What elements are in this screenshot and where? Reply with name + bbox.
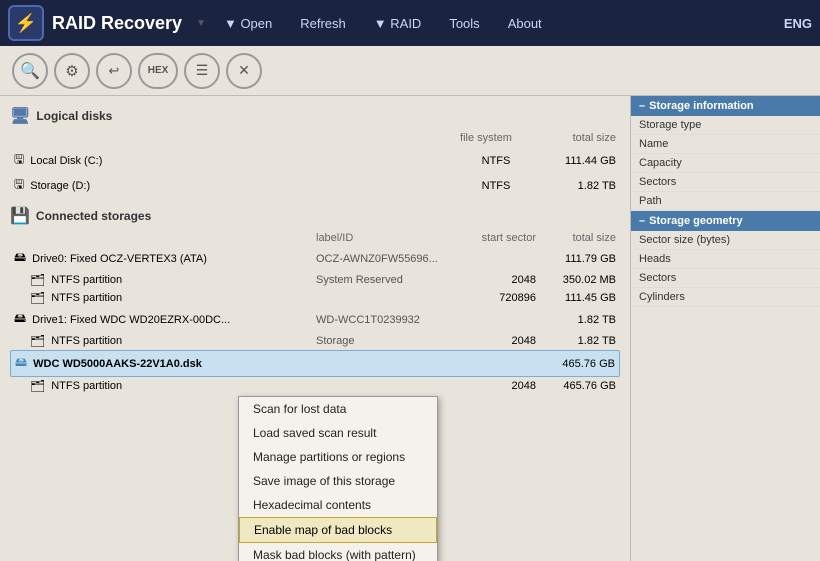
storage-capacity-row: Capacity (631, 154, 820, 173)
storage-info-header: – Storage information (631, 96, 820, 116)
app-title: RAID Recovery (52, 13, 182, 34)
top-navbar: ⚡ RAID Recovery ▼ ▼ Open Refresh ▼ RAID … (0, 0, 820, 46)
ctx-mask-bad-blocks[interactable]: Mask bad blocks (with pattern) (239, 543, 437, 561)
ctx-scan-lost[interactable]: Scan for lost data (239, 397, 437, 421)
main-area: 🖥 Logical disks file system total size 🖫… (0, 96, 820, 561)
list-tool-button[interactable]: ☰ (184, 53, 220, 89)
logical-disks-columns: file system total size (10, 130, 620, 146)
storage-name-row: Name (631, 135, 820, 154)
storage-columns: label/ID start sector total size (10, 230, 620, 246)
drive-icon: 🖴 (14, 248, 26, 269)
local-disk-c[interactable]: 🖫 Local Disk (C:) NTFS 111.44 GB (10, 148, 620, 173)
drive0-item[interactable]: 🖴 Drive0: Fixed OCZ-VERTEX3 (ATA) OCZ-AW… (10, 246, 620, 271)
right-panel: – Storage information Storage type Name … (630, 96, 820, 561)
dsk-icon: 🖴 (15, 353, 27, 374)
disk-icon: 🖫 (14, 150, 24, 171)
nav-raid[interactable]: ▼ RAID (362, 12, 434, 35)
storage-sectors-row: Sectors (631, 173, 820, 192)
cylinders-row: Cylinders (631, 288, 820, 307)
nav-tools[interactable]: Tools (437, 12, 491, 35)
app-logo-icon: ⚡ (8, 5, 44, 41)
sector-size-row: Sector size (bytes) (631, 231, 820, 250)
toolbar: 🔍 ⚙ ↩ HEX ☰ ✕ (0, 46, 820, 96)
heads-row: Heads (631, 250, 820, 269)
ctx-manage-partitions[interactable]: Manage partitions or regions (239, 445, 437, 469)
load-tool-button[interactable]: ↩ (96, 53, 132, 89)
ntfs-partition-3[interactable]: 🗂 NTFS partition Storage 2048 1.82 TB (10, 332, 620, 350)
nav-separator: ▼ (196, 18, 206, 29)
logical-disks-header: 🖥 Logical disks (10, 106, 620, 126)
wdc-dsk-item[interactable]: 🖴 WDC WD5000AAKS-22V1A0.dsk 465.76 GB (10, 350, 620, 377)
disk-icon: 🖫 (14, 175, 24, 196)
storage-path-row: Path (631, 192, 820, 211)
nav-refresh[interactable]: Refresh (288, 12, 358, 35)
drive-icon: 🖴 (14, 309, 26, 330)
close-tool-button[interactable]: ✕ (226, 53, 262, 89)
ntfs-partition-4[interactable]: 🗂 NTFS partition 2048 465.76 GB (10, 377, 620, 395)
language-selector[interactable]: ENG (784, 16, 812, 31)
partition-icon: 🗂 (30, 273, 45, 287)
storage-geometry-header: – Storage geometry (631, 211, 820, 231)
partition-icon: 🗂 (30, 291, 45, 305)
partition-icon: 🗂 (30, 334, 45, 348)
drive1-item[interactable]: 🖴 Drive1: Fixed WDC WD20EZRX-00DC... WD-… (10, 307, 620, 332)
ctx-load-scan[interactable]: Load saved scan result (239, 421, 437, 445)
logo-area: ⚡ RAID Recovery (8, 5, 182, 41)
storage-d[interactable]: 🖫 Storage (D:) NTFS 1.82 TB (10, 173, 620, 198)
ctx-hex-contents[interactable]: Hexadecimal contents (239, 493, 437, 517)
ctx-save-image[interactable]: Save image of this storage (239, 469, 437, 493)
settings-tool-button[interactable]: ⚙ (54, 53, 90, 89)
minus-icon2: – (639, 215, 645, 227)
ctx-enable-bad-blocks[interactable]: Enable map of bad blocks (239, 517, 437, 543)
scan-tool-button[interactable]: 🔍 (12, 53, 48, 89)
hex-tool-button[interactable]: HEX (138, 53, 178, 89)
nav-open[interactable]: ▼ Open (212, 12, 284, 35)
storage-type-row: Storage type (631, 116, 820, 135)
sectors-geom-row: Sectors (631, 269, 820, 288)
context-menu: Scan for lost data Load saved scan resul… (238, 396, 438, 561)
left-panel: 🖥 Logical disks file system total size 🖫… (0, 96, 630, 561)
minus-icon: – (639, 100, 645, 112)
connected-storages-header: 💾 Connected storages (10, 206, 620, 226)
ntfs-partition-2[interactable]: 🗂 NTFS partition 720896 111.45 GB (10, 289, 620, 307)
partition-icon: 🗂 (30, 379, 45, 393)
nav-about[interactable]: About (496, 12, 554, 35)
ntfs-partition-1[interactable]: 🗂 NTFS partition System Reserved 2048 35… (10, 271, 620, 289)
